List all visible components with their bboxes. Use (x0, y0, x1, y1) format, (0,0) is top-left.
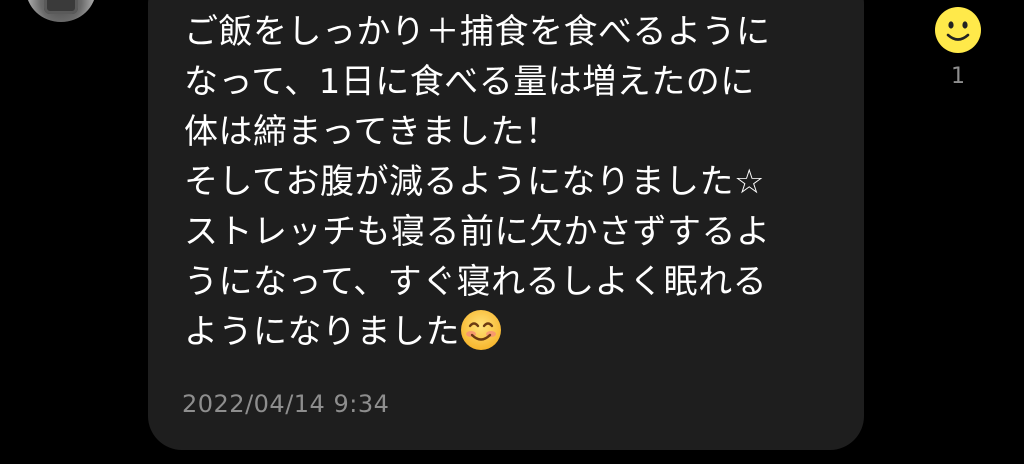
avatar-image (44, 0, 78, 14)
message-line: ようになりました (184, 312, 460, 352)
message-line: うになって、すぐ寝れるしよく眠れる (184, 262, 768, 302)
smiley-reaction-icon (935, 7, 981, 53)
message-line: ストレッチも寝る前に欠かさずするよ (184, 212, 771, 252)
message-line: なって、1日に食べる量は増えたのに (184, 62, 755, 102)
message-line: 体は締まってきました！ (184, 112, 560, 152)
message-text: ご飯をしっかり＋捕食を食べるように なって、1日に食べる量は増えたのに 体は締ま… (184, 7, 844, 357)
smiling-face-emoji-icon (461, 310, 501, 350)
avatar[interactable] (26, 0, 96, 22)
chat-screen: ご飯をしっかり＋捕食を食べるように なって、1日に食べる量は増えたのに 体は締ま… (0, 0, 1024, 464)
message-line: そしてお腹が減るようになりました☆ (184, 162, 765, 202)
reaction-button[interactable]: 1 (930, 6, 986, 89)
reaction-count: 1 (951, 64, 965, 89)
message-timestamp: 2022/04/14 9:34 (182, 390, 390, 418)
message-line: ご飯をしっかり＋捕食を食べるように (184, 12, 771, 52)
